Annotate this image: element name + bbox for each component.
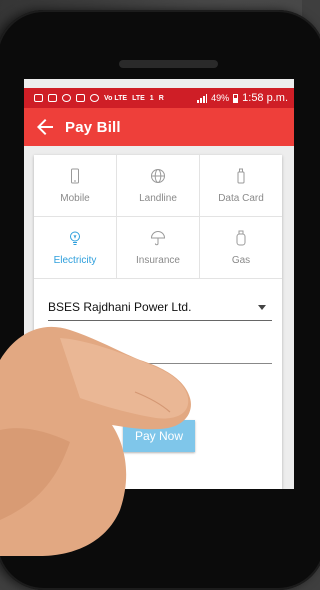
chat-icon: [62, 94, 71, 102]
category-label: Mobile: [60, 192, 90, 204]
alarm-icon: [90, 94, 99, 102]
category-label: Gas: [231, 254, 251, 266]
category-label: Insurance: [136, 254, 180, 266]
category-mobile[interactable]: Mobile: [34, 155, 117, 217]
roaming-label: R: [158, 94, 164, 102]
page-title: Pay Bill: [65, 118, 121, 136]
phone-screen: Vo LTE LTE 1 R 49% 1:58 p.m. Pay Bill Mo…: [24, 79, 294, 489]
category-label: Landline: [139, 192, 177, 204]
status-bar: Vo LTE LTE 1 R 49% 1:58 p.m.: [24, 88, 294, 108]
data-card-icon: [237, 168, 245, 183]
notification-icon: [34, 94, 43, 102]
status-right: 49% 1:58 p.m.: [197, 92, 294, 104]
chevron-down-icon: [258, 304, 266, 310]
battery-icon: [233, 93, 239, 103]
globe-icon: [151, 168, 165, 183]
category-landline[interactable]: Landline: [117, 155, 200, 217]
category-label: Electricity: [53, 254, 97, 266]
clock: 1:58 p.m.: [242, 92, 288, 104]
category-electricity[interactable]: Electricity: [34, 217, 117, 279]
image-icon: [76, 94, 85, 102]
speaker-grille: [119, 60, 218, 68]
provider-selected-value: BSES Rajdhani Power Ltd.: [48, 300, 192, 314]
category-label: Data Card: [218, 192, 264, 204]
account-number-field[interactable]: [48, 343, 272, 364]
gas-cylinder-icon: [236, 230, 246, 245]
category-data-card[interactable]: Data Card: [200, 155, 282, 217]
arrow-left-icon[interactable]: [33, 115, 57, 139]
pay-now-button[interactable]: Pay Now: [123, 420, 195, 452]
app-bar: Pay Bill: [24, 108, 294, 146]
provider-dropdown[interactable]: BSES Rajdhani Power Ltd.: [48, 294, 272, 321]
bulb-icon: [70, 231, 80, 245]
pay-bill-card: Mobile Landline Data Card Electricity In…: [34, 155, 282, 489]
category-grid: Mobile Landline Data Card Electricity In…: [34, 155, 282, 279]
lte-label: LTE: [132, 94, 145, 102]
mail-icon: [48, 94, 57, 102]
battery-percent: 49%: [211, 93, 230, 103]
sim-label: 1: [149, 94, 154, 102]
umbrella-icon: [150, 230, 166, 245]
volte-label: Vo LTE: [104, 94, 128, 102]
category-insurance[interactable]: Insurance: [117, 217, 200, 279]
signal-icon: [197, 93, 208, 103]
category-gas[interactable]: Gas: [200, 217, 282, 279]
mobile-icon: [71, 168, 79, 183]
notification-icons: Vo LTE LTE 1 R: [24, 94, 164, 102]
